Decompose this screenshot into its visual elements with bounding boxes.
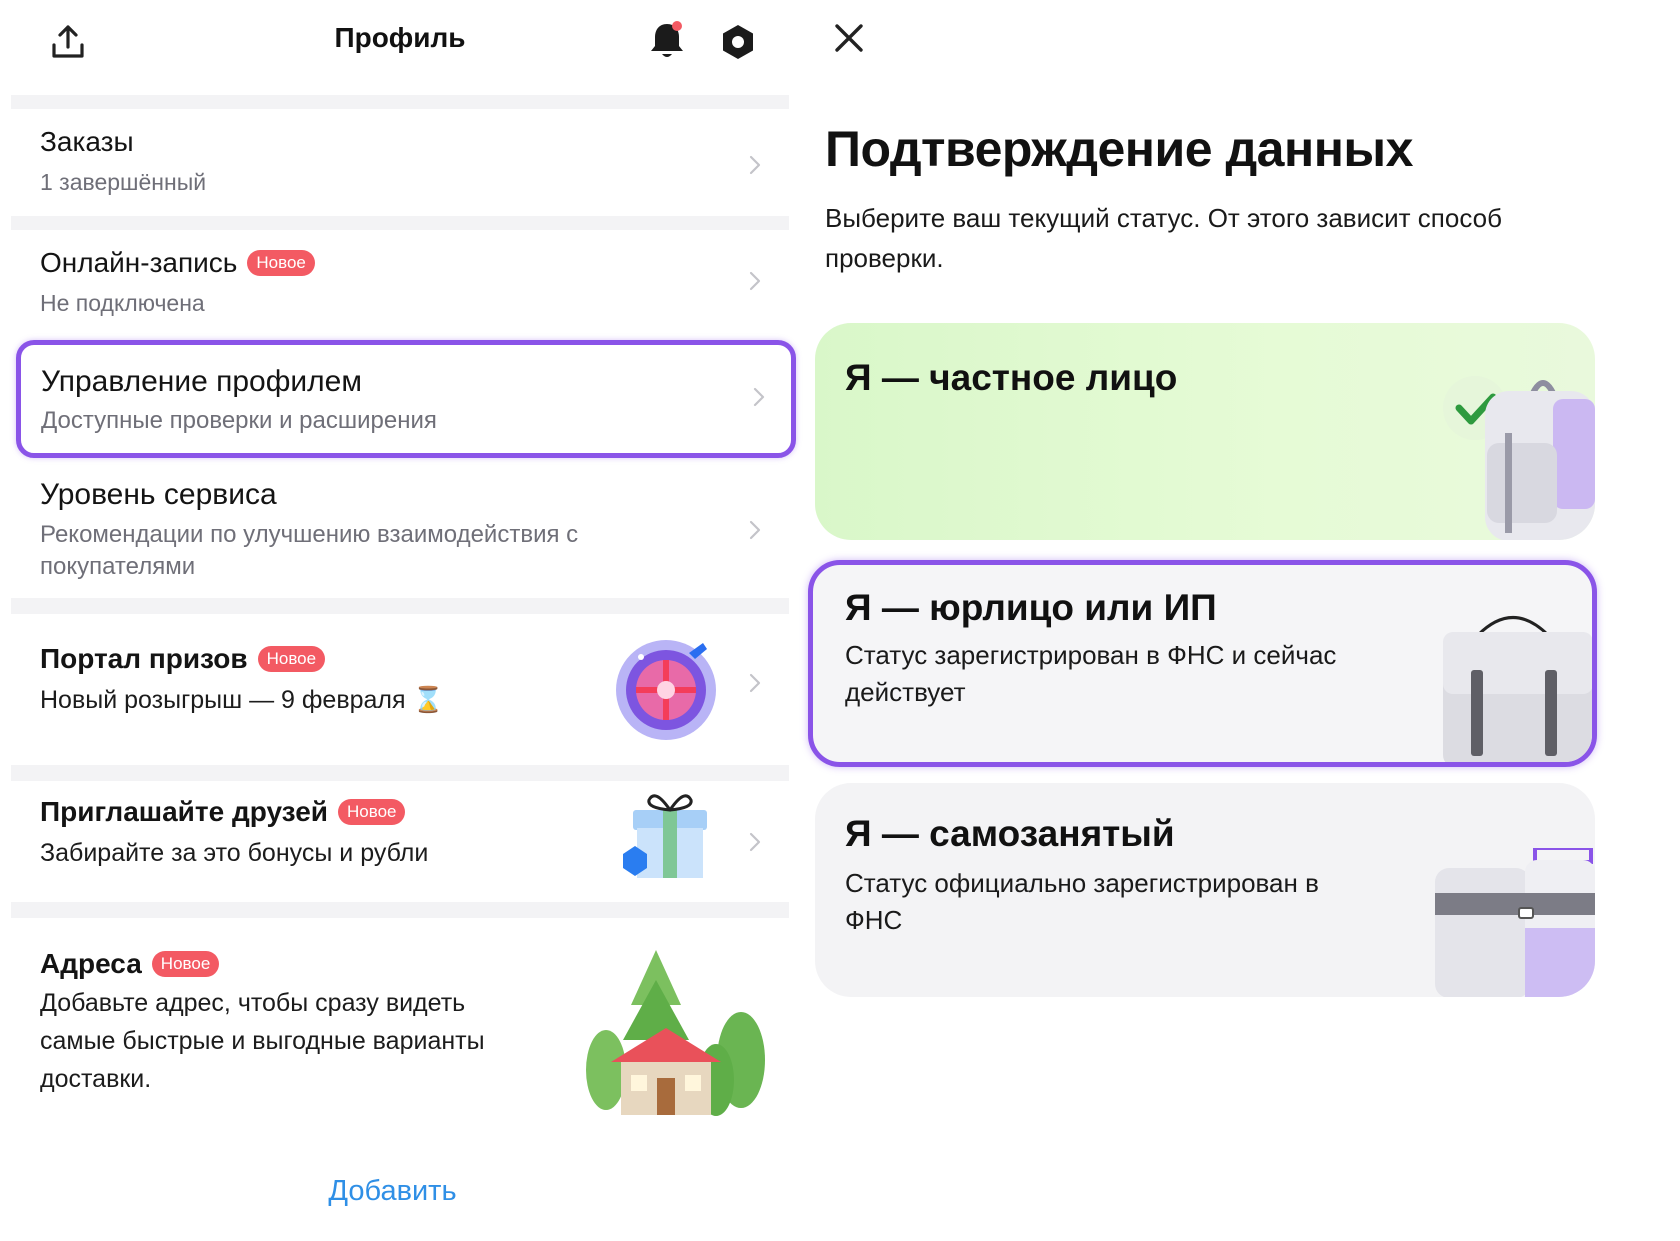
menu-item-subtitle: Забирайте за это бонусы и рубли bbox=[40, 839, 429, 867]
page-title: Профиль bbox=[334, 22, 466, 53]
chevron-right-icon bbox=[753, 387, 765, 407]
menu-item-title: Адреса Новое bbox=[40, 948, 220, 980]
menu-item-subtitle: 1 завершённый bbox=[40, 169, 207, 195]
menu-item-title: Онлайн-запись Новое bbox=[40, 247, 315, 279]
chevron-right-icon bbox=[749, 271, 761, 291]
menu-item-addresses[interactable]: Адреса Новое Добавьте адрес, чтобы сразу … bbox=[11, 920, 789, 1120]
status-option-individual[interactable]: Я — частное лицо bbox=[815, 323, 1595, 540]
menu-item-subtitle: Рекомендации по улучшению взаимодействия… bbox=[40, 521, 579, 580]
menu-item-invite-friends[interactable]: Приглашайте друзей Новое Забирайте за это… bbox=[11, 782, 789, 900]
menu-item-subtitle: Не подключена bbox=[40, 290, 205, 316]
divider bbox=[11, 598, 789, 614]
settings-icon[interactable] bbox=[716, 20, 760, 64]
menu-item-title: Приглашайте друзей Новое bbox=[40, 796, 406, 828]
option-title: Я — частное лицо bbox=[845, 357, 1178, 398]
new-badge: Новое bbox=[247, 250, 315, 276]
chevron-right-icon bbox=[749, 520, 761, 540]
chevron-right-icon bbox=[749, 673, 761, 693]
divider bbox=[11, 765, 789, 781]
data-confirmation-panel: Подтверждение данных Выберите ваш текущи… bbox=[805, 0, 1680, 1241]
page-description: Выберите ваш текущий статус. От этого за… bbox=[825, 203, 1502, 273]
new-badge: Новое bbox=[338, 799, 406, 825]
chevron-right-icon bbox=[749, 832, 761, 852]
new-badge: Новое bbox=[257, 646, 326, 672]
menu-item-subtitle: Добавьте адрес, чтобы сразу видеть самые… bbox=[40, 989, 485, 1093]
menu-item-online-booking[interactable]: Онлайн-запись Новое Не подключена bbox=[11, 231, 789, 333]
menu-item-title: Управление профилем bbox=[41, 365, 362, 398]
page-title: Подтверждение данных bbox=[825, 121, 1413, 177]
backpack-illustration bbox=[1443, 376, 1595, 540]
menu-item-subtitle: Новый розыгрыш — 9 февраля ⌛ bbox=[40, 686, 444, 714]
divider bbox=[11, 216, 789, 230]
menu-item-profile-management[interactable]: Управление профилем Доступные проверки и… bbox=[16, 340, 796, 458]
house-trees-illustration bbox=[586, 950, 765, 1116]
close-icon[interactable] bbox=[829, 18, 869, 58]
divider bbox=[11, 902, 789, 918]
menu-item-subtitle: Доступные проверки и расширения bbox=[41, 407, 437, 434]
suitcase-illustration bbox=[1435, 848, 1595, 997]
option-subtitle: Статус зарегистрирован в ФНС и сейчас де… bbox=[845, 640, 1337, 707]
gift-box-illustration bbox=[623, 794, 707, 878]
menu-item-title: Уровень сервиса bbox=[40, 478, 277, 511]
menu-item-orders[interactable]: Заказы 1 завершённый bbox=[11, 110, 789, 215]
share-icon[interactable] bbox=[46, 20, 90, 64]
profile-panel: Профиль Заказы 1 завершённый Онлайн-запи… bbox=[0, 0, 800, 1241]
option-subtitle: Статус официально зарегистрирован в ФНС bbox=[845, 868, 1319, 935]
prize-wheel-illustration bbox=[616, 640, 716, 740]
status-option-self-employed[interactable]: Я — самозанятый Статус официально зареги… bbox=[815, 783, 1595, 997]
profile-header: Профиль bbox=[0, 0, 800, 90]
menu-item-title: Заказы bbox=[40, 126, 134, 157]
menu-item-service-level[interactable]: Уровень сервиса Рекомендации по улучшени… bbox=[11, 468, 789, 595]
new-badge: Новое bbox=[151, 951, 220, 977]
bell-icon[interactable] bbox=[645, 18, 689, 62]
chevron-right-icon bbox=[749, 155, 761, 175]
menu-item-prize-portal[interactable]: Портал призов Новое Новый розыгрыш — 9 фе… bbox=[11, 615, 789, 763]
option-title: Я — юрлицо или ИП bbox=[845, 587, 1217, 628]
option-title: Я — самозанятый bbox=[845, 813, 1175, 854]
status-option-legal-entity[interactable]: Я — юрлицо или ИП Статус зарегистрирован… bbox=[808, 560, 1597, 767]
messenger-bag-illustration bbox=[1443, 616, 1592, 762]
add-address-link[interactable]: Добавить bbox=[0, 1175, 785, 1208]
menu-item-title: Портал призов Новое bbox=[40, 643, 326, 675]
divider bbox=[11, 95, 789, 109]
